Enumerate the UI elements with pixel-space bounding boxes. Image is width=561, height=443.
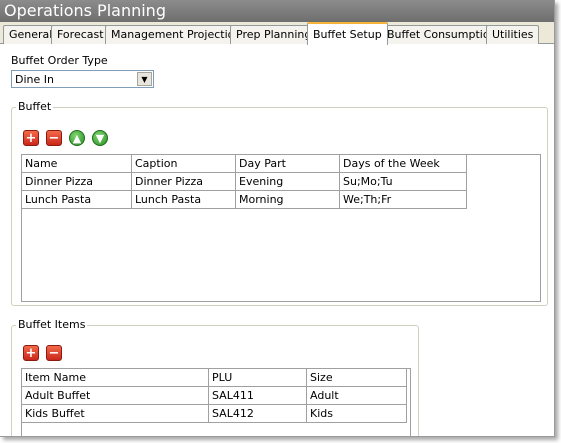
tab-prep-planning[interactable]: Prep Planning <box>230 25 318 44</box>
remove-icon[interactable]: − <box>46 345 62 361</box>
chevron-down-icon[interactable]: ▼ <box>137 72 152 86</box>
cell-day-part[interactable]: Evening <box>236 173 340 191</box>
cell-day-part[interactable]: Morning <box>236 191 340 209</box>
cell-name[interactable]: Dinner Pizza <box>22 173 132 191</box>
tab-forecast[interactable]: Forecast <box>51 25 110 44</box>
order-type-value: Dine In <box>15 73 54 86</box>
buffet-grid-header: Name Caption Day Part Days of the Week <box>22 155 467 173</box>
buffet-group-label: Buffet <box>16 100 54 113</box>
table-row[interactable]: Kids Buffet SAL412 Kids <box>22 405 407 423</box>
move-up-icon[interactable]: ▲ <box>69 130 85 146</box>
buffet-grid: Name Caption Day Part Days of the Week D… <box>21 154 541 302</box>
cell-item-name[interactable]: Kids Buffet <box>22 405 209 423</box>
remove-icon[interactable]: − <box>46 130 62 146</box>
table-row[interactable]: Adult Buffet SAL411 Adult <box>22 387 407 405</box>
cell-days-of-week[interactable]: Su;Mo;Tu <box>340 173 467 191</box>
window-title: Operations Planning <box>0 0 554 22</box>
buffet-items-group-label: Buffet Items <box>16 318 88 331</box>
column-header-item-name[interactable]: Item Name <box>22 369 209 387</box>
order-type-label: Buffet Order Type <box>11 54 108 67</box>
tab-buffet-setup[interactable]: Buffet Setup <box>307 22 388 45</box>
operations-planning-window: Operations Planning General Forecast Man… <box>0 0 555 437</box>
tab-utilities[interactable]: Utilities <box>486 25 540 44</box>
column-header-day-part[interactable]: Day Part <box>236 155 340 173</box>
column-header-name[interactable]: Name <box>22 155 132 173</box>
cell-caption[interactable]: Lunch Pasta <box>132 191 236 209</box>
buffet-setup-panel: Buffet Order Type Dine In ▼ Buffet + − ▲… <box>0 44 554 436</box>
column-header-size[interactable]: Size <box>307 369 407 387</box>
tab-management-projection[interactable]: Management Projection <box>105 25 248 44</box>
cell-size[interactable]: Adult <box>307 387 407 405</box>
column-header-days-of-week[interactable]: Days of the Week <box>340 155 467 173</box>
add-icon[interactable]: + <box>23 345 39 361</box>
buffet-items-group: Buffet Items + − Item Name PLU Size Adul… <box>11 318 419 436</box>
buffet-items-grid-header: Item Name PLU Size <box>22 369 407 387</box>
cell-plu[interactable]: SAL412 <box>209 405 307 423</box>
order-type-select[interactable]: Dine In ▼ <box>11 70 154 88</box>
column-header-plu[interactable]: PLU <box>209 369 307 387</box>
table-row[interactable]: Dinner Pizza Dinner Pizza Evening Su;Mo;… <box>22 173 467 191</box>
buffet-items-grid: Item Name PLU Size Adult Buffet SAL411 A… <box>21 368 411 436</box>
cell-item-name[interactable]: Adult Buffet <box>22 387 209 405</box>
add-icon[interactable]: + <box>23 130 39 146</box>
table-row[interactable]: Lunch Pasta Lunch Pasta Morning We;Th;Fr <box>22 191 467 209</box>
cell-size[interactable]: Kids <box>307 405 407 423</box>
move-down-icon[interactable]: ▼ <box>92 130 108 146</box>
cell-plu[interactable]: SAL411 <box>209 387 307 405</box>
cell-days-of-week[interactable]: We;Th;Fr <box>340 191 467 209</box>
tab-buffet-consumption[interactable]: Buffet Consumption <box>381 25 503 44</box>
cell-caption[interactable]: Dinner Pizza <box>132 173 236 191</box>
tab-strip: General Forecast Management Projection P… <box>0 22 554 45</box>
column-header-caption[interactable]: Caption <box>132 155 236 173</box>
buffet-group: Buffet + − ▲ ▼ Name Caption Day Part Day… <box>11 100 548 306</box>
cell-name[interactable]: Lunch Pasta <box>22 191 132 209</box>
